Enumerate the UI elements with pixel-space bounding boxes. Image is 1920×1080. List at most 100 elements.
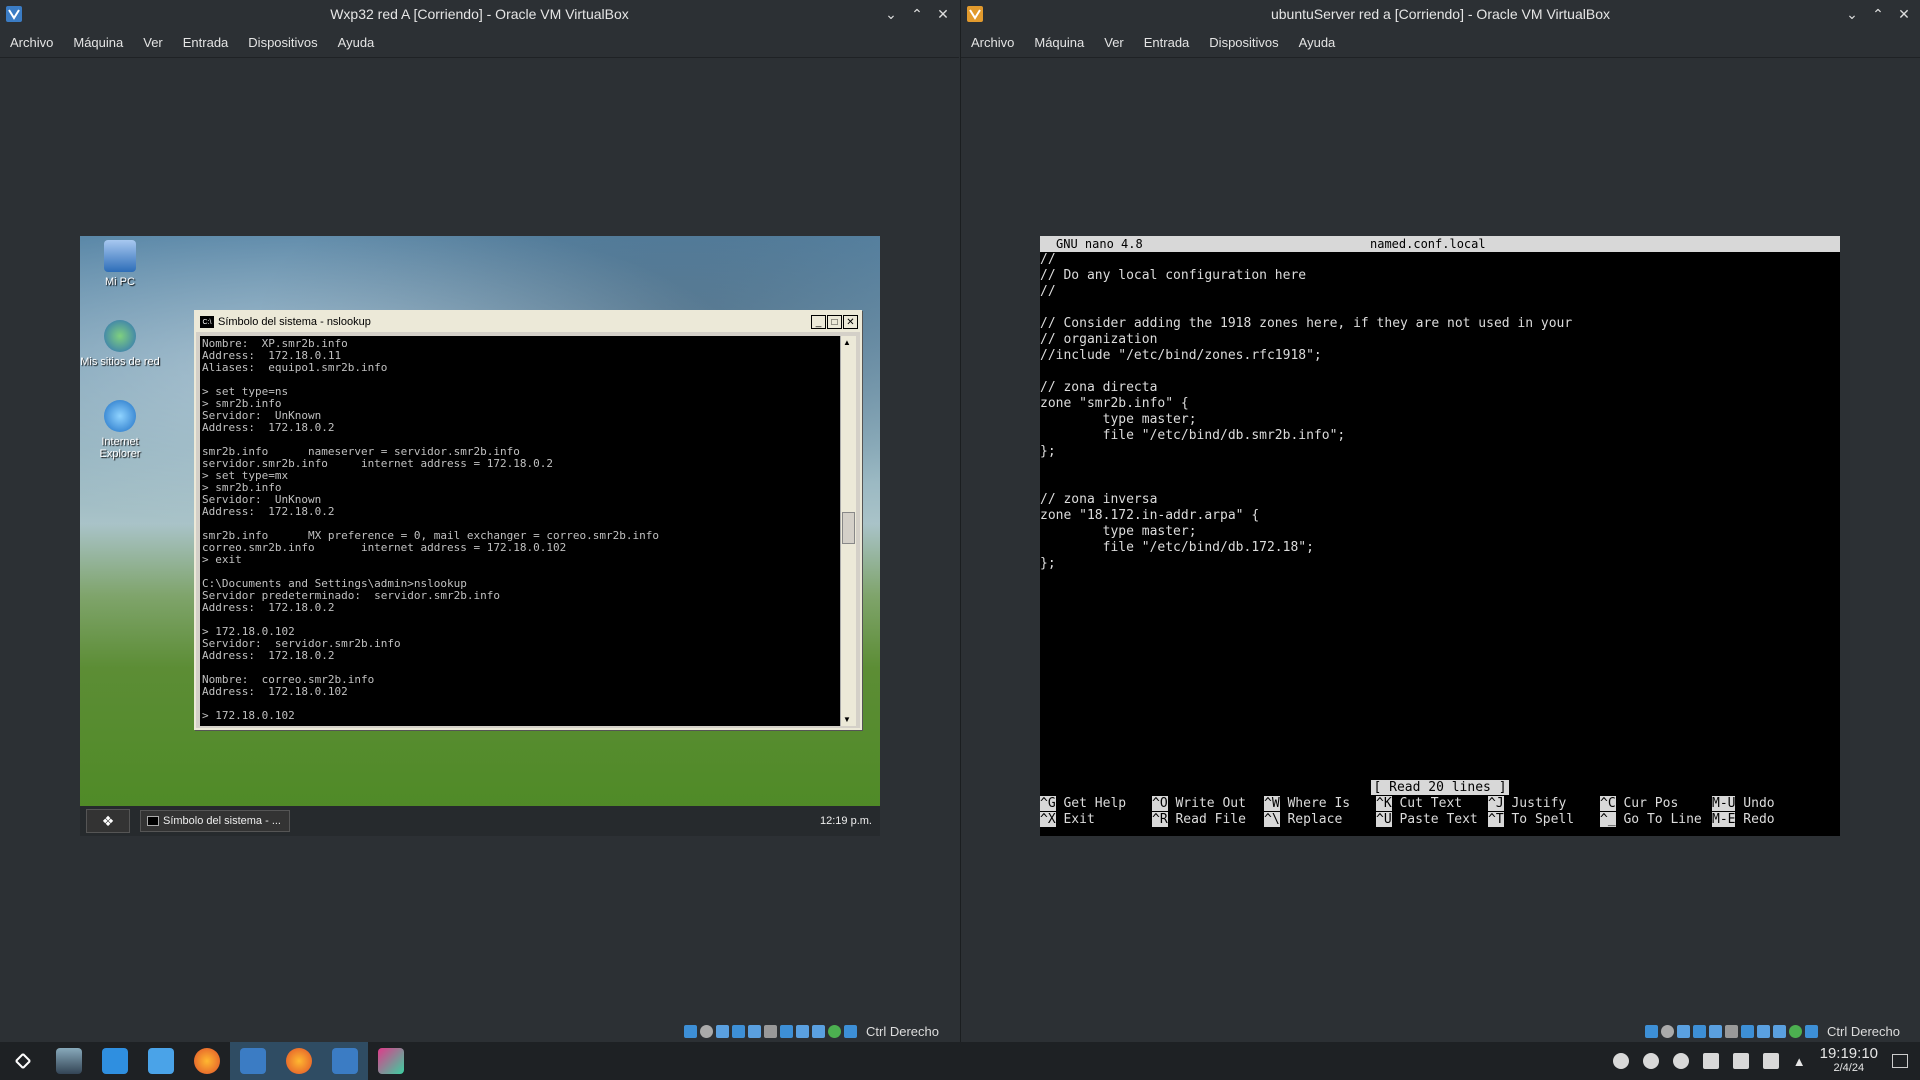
taskbar-files[interactable] bbox=[138, 1042, 184, 1080]
shortcut-label: Undo bbox=[1735, 796, 1775, 811]
cmd-output[interactable]: Nombre: XP.smr2b.info Address: 172.18.0.1… bbox=[200, 336, 840, 726]
tray-expand-icon[interactable]: ▲ bbox=[1793, 1054, 1806, 1069]
virtualbox-icon bbox=[332, 1048, 358, 1074]
shared-folders-icon[interactable] bbox=[764, 1025, 778, 1038]
close-icon[interactable]: ✕ bbox=[1896, 6, 1912, 22]
nano-editor-buffer[interactable]: //// Do any local configuration here// /… bbox=[1040, 252, 1840, 572]
taskbar-ide[interactable] bbox=[368, 1042, 414, 1080]
host-clock[interactable]: 19:19:10 2/4/24 bbox=[1820, 1046, 1878, 1076]
taskbar-firefox-2[interactable] bbox=[276, 1042, 322, 1080]
usb-icon[interactable] bbox=[1709, 1025, 1723, 1038]
minimize-icon[interactable]: ⌄ bbox=[1844, 6, 1860, 22]
optical-drive-icon[interactable] bbox=[700, 1025, 714, 1038]
show-desktop-icon[interactable] bbox=[1892, 1054, 1908, 1068]
cmd-title: Símbolo del sistema - nslookup bbox=[218, 316, 371, 328]
settings-icon bbox=[56, 1048, 82, 1074]
shortcut-label: Go To Line bbox=[1615, 812, 1702, 827]
maximize-icon[interactable]: ⌃ bbox=[1870, 6, 1886, 22]
shared-folders-icon[interactable] bbox=[1725, 1025, 1739, 1038]
cmd-line: Address: 172.18.0.2 bbox=[202, 421, 335, 434]
notifications-icon[interactable] bbox=[1612, 1053, 1629, 1069]
window-titlebar[interactable]: ubuntuServer red a [Corriendo] - Oracle … bbox=[961, 0, 1920, 28]
taskbar-settings[interactable] bbox=[46, 1042, 92, 1080]
cmd-line bbox=[202, 614, 838, 626]
maximize-icon[interactable]: ⌃ bbox=[909, 6, 925, 22]
menu-ver[interactable]: Ver bbox=[133, 35, 173, 50]
minimize-icon[interactable]: _ bbox=[811, 315, 826, 329]
shortcut-label: Where Is bbox=[1279, 796, 1351, 811]
nano-filename: named.conf.local bbox=[1370, 237, 1486, 251]
editor-line: type master; bbox=[1040, 412, 1197, 427]
keyboard-icon[interactable] bbox=[844, 1025, 858, 1038]
menu-maquina[interactable]: Máquina bbox=[63, 35, 133, 50]
menu-dispositivos[interactable]: Dispositivos bbox=[1199, 35, 1288, 50]
menu-entrada[interactable]: Entrada bbox=[1134, 35, 1200, 50]
mouse-integration-icon[interactable] bbox=[828, 1025, 842, 1038]
maximize-icon[interactable]: □ bbox=[827, 315, 842, 329]
taskbar-virtualbox-1[interactable] bbox=[230, 1042, 276, 1080]
menu-ver[interactable]: Ver bbox=[1094, 35, 1134, 50]
menu-ayuda[interactable]: Ayuda bbox=[328, 35, 385, 50]
editor-line: // bbox=[1040, 284, 1056, 299]
xp-task-cmd[interactable]: Símbolo del sistema - ... bbox=[140, 810, 290, 832]
cmd-scrollbar[interactable]: ▲ ▼ bbox=[840, 336, 856, 726]
usb-icon[interactable] bbox=[748, 1025, 762, 1038]
device-icon[interactable] bbox=[1732, 1053, 1749, 1069]
audio-icon[interactable] bbox=[716, 1025, 730, 1038]
menu-dispositivos[interactable]: Dispositivos bbox=[238, 35, 327, 50]
shortcut-key: ^J bbox=[1488, 796, 1504, 811]
recording-icon[interactable] bbox=[796, 1025, 810, 1038]
shortcut-row: ^G Get Help ^O Write Out ^W Where Is ^K Cut… bbox=[1040, 796, 1840, 812]
app-launcher-button[interactable] bbox=[0, 1042, 46, 1080]
network-icon[interactable] bbox=[732, 1025, 746, 1038]
xp-start-button[interactable]: ❖ bbox=[86, 809, 130, 833]
window-titlebar[interactable]: Wxp32 red A [Corriendo] - Oracle VM Virt… bbox=[0, 0, 959, 28]
hdd-icon[interactable] bbox=[1645, 1025, 1659, 1038]
xp-guest-screen[interactable]: Mi PC Mis sitios de red Internet Explore… bbox=[80, 236, 880, 836]
shortcut-item: ^U Paste Text bbox=[1376, 812, 1488, 828]
editor-line: zone "18.172.in-addr.arpa" { bbox=[1040, 508, 1260, 523]
close-icon[interactable]: ✕ bbox=[843, 315, 858, 329]
cpu-icon[interactable] bbox=[1773, 1025, 1787, 1038]
keyboard-icon[interactable] bbox=[1805, 1025, 1819, 1038]
editor-line: // bbox=[1040, 252, 1056, 267]
shortcut-item: ^J Justify bbox=[1488, 796, 1600, 812]
hdd-icon[interactable] bbox=[684, 1025, 698, 1038]
desktop-icon-mis-sitios[interactable]: Mis sitios de red bbox=[80, 320, 160, 368]
shortcut-key: ^T bbox=[1488, 812, 1504, 827]
menu-ayuda[interactable]: Ayuda bbox=[1289, 35, 1346, 50]
taskbar-virtualbox-2[interactable] bbox=[322, 1042, 368, 1080]
mouse-integration-icon[interactable] bbox=[1789, 1025, 1803, 1038]
display-icon[interactable] bbox=[1741, 1025, 1755, 1038]
scroll-up-icon[interactable]: ▲ bbox=[843, 338, 851, 347]
visibility-icon[interactable] bbox=[1672, 1053, 1689, 1069]
shortcut-label: Cut Text bbox=[1391, 796, 1463, 811]
taskbar-store[interactable] bbox=[92, 1042, 138, 1080]
updates-icon[interactable] bbox=[1642, 1053, 1659, 1069]
menu-archivo[interactable]: Archivo bbox=[0, 35, 63, 50]
cmd-titlebar[interactable]: C:\ Símbolo del sistema - nslookup _ □ ✕ bbox=[196, 312, 860, 332]
display-icon[interactable] bbox=[780, 1025, 794, 1038]
recording-icon[interactable] bbox=[1757, 1025, 1771, 1038]
menu-archivo[interactable]: Archivo bbox=[961, 35, 1024, 50]
close-icon[interactable]: ✕ bbox=[935, 6, 951, 22]
desktop-icon-ie[interactable]: Internet Explorer bbox=[80, 400, 160, 460]
optical-drive-icon[interactable] bbox=[1661, 1025, 1675, 1038]
scroll-thumb[interactable] bbox=[842, 512, 855, 544]
clipboard-icon[interactable] bbox=[1702, 1053, 1719, 1069]
scroll-down-icon[interactable]: ▼ bbox=[843, 715, 851, 724]
cmd-window[interactable]: C:\ Símbolo del sistema - nslookup _ □ ✕… bbox=[194, 310, 862, 730]
network-icon[interactable] bbox=[1693, 1025, 1707, 1038]
ubuntu-guest-screen[interactable]: GNU nano 4.8 named.conf.local //// Do an… bbox=[1040, 236, 1840, 836]
desktop-icon-mi-pc[interactable]: Mi PC bbox=[80, 240, 160, 288]
audio-icon[interactable] bbox=[1677, 1025, 1691, 1038]
volume-icon[interactable] bbox=[1762, 1053, 1779, 1069]
minimize-icon[interactable]: ⌄ bbox=[883, 6, 899, 22]
menu-maquina[interactable]: Máquina bbox=[1024, 35, 1094, 50]
menu-entrada[interactable]: Entrada bbox=[173, 35, 239, 50]
cmd-line: Address: 172.18.0.2 bbox=[202, 505, 335, 518]
shortcut-item: ^\ Replace bbox=[1264, 812, 1376, 828]
cpu-icon[interactable] bbox=[812, 1025, 826, 1038]
taskbar-firefox[interactable] bbox=[184, 1042, 230, 1080]
